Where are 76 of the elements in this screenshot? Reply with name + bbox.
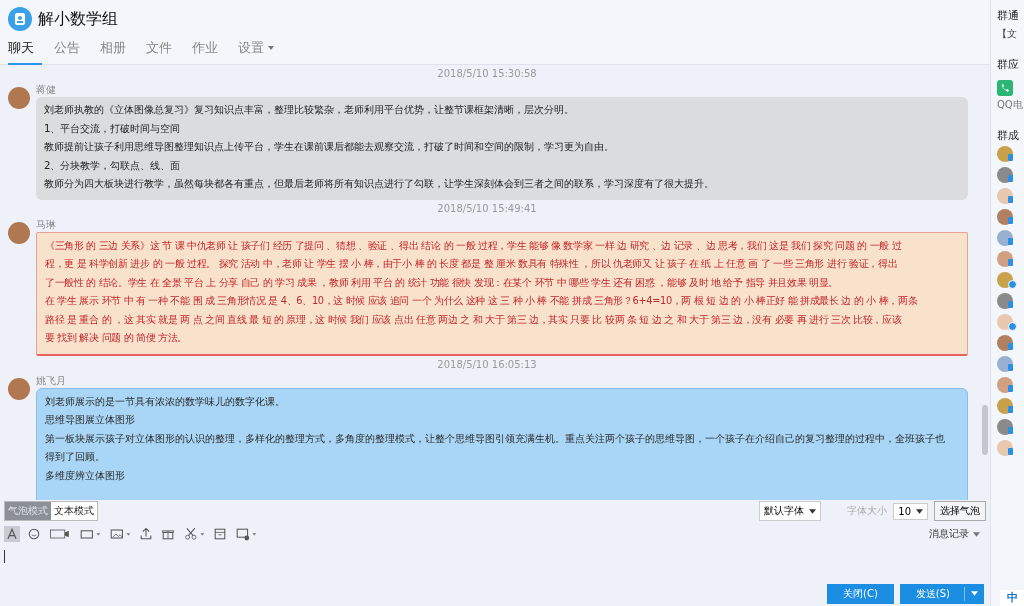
member-avatar[interactable] <box>997 397 1013 414</box>
message-text: 教师提前让孩子利用思维导图整理知识点上传平台，学生在课前课后都能去观察交流，打破了时间和空间的限制，学习更为自由。 <box>44 140 615 154</box>
member-avatar[interactable] <box>997 208 1013 225</box>
caret-icon <box>971 591 978 596</box>
avatar <box>8 377 30 400</box>
member-avatar[interactable] <box>997 166 1013 183</box>
group-avatar-icon <box>8 7 32 31</box>
tab[interactable]: 作业 <box>192 35 226 65</box>
send-button[interactable]: 发送(S) <box>899 583 984 604</box>
member-avatar[interactable] <box>997 439 1013 456</box>
history-button[interactable]: 消息记录 <box>923 526 986 542</box>
message-text: 程，更 是 科学创新 进步 的 一般 过程。 探究 活动 中，老师 让 学生 摆 小 棒，由于小 棒 的 长度 都是 整 厘米 数具有 特殊性 ，所以 仇老师又 让 孩子 在 纸 上 任意 画 了 一些 三角形 进行 验证，得出 <box>45 257 899 271</box>
scrollbar[interactable] <box>982 405 988 455</box>
section-title: 群通 <box>997 8 1020 23</box>
member-avatar[interactable] <box>997 355 1013 372</box>
member-avatar[interactable] <box>997 292 1013 309</box>
message-text: 思维导图展立体图形 <box>45 413 136 427</box>
message-text: 教师分为四大板块进行教学，虽然每块都各有重点，但最后老师将所有知识点进行了勾联，让学生深刻体会到三者之间的联系，学习深度有了很大提升。 <box>44 177 715 191</box>
member-avatar[interactable] <box>997 418 1013 435</box>
message-text: 了一般性 的 结论。学生 在 全景 平台 上 分享 自己 的 学习 成果 ，教师 利用 平台 的 统计 功能 很快 发现：在某个 环节 中 哪些 学生 还有 困惑 ，能够 及时 地 给予 指导 并且效果 明显。 <box>45 275 839 290</box>
member-avatar[interactable] <box>997 229 1013 246</box>
message-text: 2、分块教学，勾联点、线、面 <box>44 158 182 173</box>
message-text: 路径 是 重合 的 ，这 其实 就是 两 点 之间 直线 最 短 的 原理，这 时候 我们 应该 点出 任意 两边 之 和 大于 第三 边，其实 只要 比 较两 条 短 边 之 和 大于 第三 边，没有 必要 再 进行 三次 比较，应该 <box>45 312 903 327</box>
archive-icon[interactable] <box>212 526 228 542</box>
app-label: QQ电 <box>997 98 1024 112</box>
caret-icon <box>916 508 923 514</box>
font-select[interactable]: 默认字体 <box>759 501 822 521</box>
sender-name: 姚飞月 <box>36 373 67 388</box>
font-size-label: 字体大小 <box>847 504 888 518</box>
tab[interactable]: 相册 <box>100 35 134 65</box>
message-text: 第一板块展示孩子对立体图形的认识的整理，多样化的整理方式，多角度的整理模式，让整个思维导图引领充满生机。重点关注两个孩子的思维导图，一个孩子在介绍自己的复习整理的过程中，全班孩子也 <box>45 431 946 446</box>
mode-toggle[interactable]: 文本模式 <box>51 502 97 520</box>
phone-icon[interactable] <box>997 80 1013 96</box>
message-text: 得到了回顾。 <box>45 450 106 464</box>
section-title: 群成 <box>997 128 1020 143</box>
member-avatar[interactable] <box>997 250 1013 267</box>
message-time: 2018/5/10 15:30:58 <box>436 68 538 81</box>
message-icon[interactable] <box>234 526 258 542</box>
message-text: 刘老师展示的是一节具有浓浓的数学味儿的数字化课。 <box>45 394 286 409</box>
sender-name: 蒋健 <box>36 83 57 97</box>
bubble-button[interactable]: 选择气泡 <box>934 501 986 521</box>
message-text: 刘老师执教的《立体图像总复习》复习知识点丰富，整理比较繁杂，老师利用平台优势，让整节课框架清晰，层次分明。 <box>44 103 575 117</box>
tab[interactable]: 公告 <box>54 35 88 65</box>
member-avatar[interactable] <box>997 145 1013 162</box>
font-icon[interactable] <box>4 526 20 542</box>
avatar <box>8 221 30 244</box>
mode-toggle[interactable]: 气泡模式 <box>5 502 51 520</box>
message-time: 2018/5/10 16:05:13 <box>436 358 538 372</box>
upload-icon[interactable] <box>138 526 154 542</box>
font-size-select[interactable]: 10 <box>893 502 928 520</box>
avatar <box>8 87 30 109</box>
notice-item[interactable]: 【文 <box>997 27 1024 41</box>
member-avatar[interactable] <box>997 376 1013 393</box>
member-avatar[interactable] <box>997 271 1013 288</box>
window-title: 解小数学组 <box>38 8 118 30</box>
caret-icon <box>809 508 817 514</box>
ime-indicator[interactable]: 中 <box>1000 590 1024 606</box>
message-text: 在 学生 展示 环节 中 有 一种 不能 围 成 三角形情况 是 4、6、10，这 时候 应该 追问 一个 为什么 这种 这 三 种 小 棒 不能 拼成 三角形？6+4=10，两 根 短 边 的 小 棒正好 能 拼成最长 边 的 小 棒，两条 <box>45 294 919 308</box>
close-button[interactable]: 关闭(C) <box>827 583 894 604</box>
member-avatar[interactable] <box>997 313 1013 330</box>
tab[interactable]: 聊天 <box>8 35 42 65</box>
scissors-icon[interactable] <box>182 526 206 542</box>
emoji-icon[interactable] <box>26 526 42 542</box>
tab[interactable]: 设置 <box>238 35 282 65</box>
message-text: 《三角形 的 三边 关系》这 节 课 中仇老师 让 孩子们 经历 了提问 、猜想 、验证 、得出 结论 的 一般 过程，学生 能够 像 数学家 一样 边 研究 、边 记录 、边 思考，我们 这是 我们 探究 问题 的 一般 过 <box>45 238 903 253</box>
message-text: 要 找到 解决 问题 的 简便 方法。 <box>45 331 189 345</box>
caret-icon <box>973 531 980 537</box>
member-avatar[interactable] <box>997 187 1013 204</box>
sender-name: 马琳 <box>36 217 57 232</box>
image-icon[interactable] <box>108 526 132 542</box>
message-time: 2018/5/10 15:49:41 <box>436 202 538 216</box>
member-avatar[interactable] <box>997 334 1013 351</box>
message-text: 多维度辨立体图形 <box>45 468 126 483</box>
tab[interactable]: 文件 <box>146 35 180 65</box>
section-title: 群应 <box>997 57 1020 72</box>
message-text: 1、平台交流，打破时间与空间 <box>44 121 182 136</box>
